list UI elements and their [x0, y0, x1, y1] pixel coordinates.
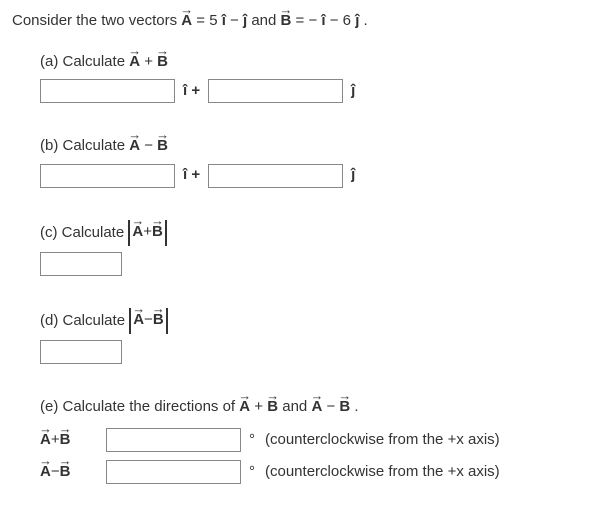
input-c[interactable] — [40, 252, 122, 276]
vector-A-b: →A — [129, 135, 140, 158]
vector-A-c: →A — [132, 221, 143, 244]
mag-bar-right-d — [166, 308, 168, 334]
part-e-row-plus: →A + →B ° (counterclockwise from the +x … — [40, 428, 597, 452]
part-e-row-minus: →A − →B ° (counterclockwise from the +x … — [40, 460, 597, 484]
stmt-A-eq: = 5 — [196, 12, 221, 29]
unit-i-between-b: î + — [183, 164, 200, 187]
unit-i-2: î — [321, 12, 325, 29]
vector-B-b: →B — [157, 135, 168, 158]
unit-i-between-a: î + — [183, 80, 200, 103]
part-e-label: (e) Calculate the directions of →A + →B … — [40, 396, 597, 419]
unit-j: ĵ — [243, 12, 247, 29]
part-b-label: (b) Calculate →A − →B — [40, 135, 597, 158]
stmt-prefix: Consider the two vectors — [12, 12, 181, 29]
input-a-i[interactable] — [40, 79, 175, 103]
vector-A-d: →A — [133, 309, 144, 332]
vector-B-erow1: →B — [60, 429, 71, 452]
input-b-i[interactable] — [40, 164, 175, 188]
part-d-label: (d) Calculate →A − →B — [40, 308, 597, 334]
input-a-j[interactable] — [208, 79, 343, 103]
vector-A-e1: →A — [239, 396, 250, 419]
unit-j-after-b: ĵ — [351, 164, 355, 187]
vector-B-e2: →B — [339, 396, 350, 419]
stmt-minus1: − — [230, 12, 243, 29]
mag-bar-left-d — [129, 308, 131, 334]
unit-j-2: ĵ — [355, 12, 359, 29]
part-c: (c) Calculate →A + →B — [40, 220, 597, 276]
vector-B-erow2: →B — [60, 461, 71, 484]
input-b-j[interactable] — [208, 164, 343, 188]
vector-B-c: →B — [152, 221, 163, 244]
part-d: (d) Calculate →A − →B — [40, 308, 597, 364]
deg-symbol-2: ° — [249, 461, 255, 484]
unit-i: î — [222, 12, 226, 29]
stmt-minus2: − 6 — [330, 12, 355, 29]
input-e-plus[interactable] — [106, 428, 241, 452]
part-a-label: (a) Calculate →A + →B — [40, 51, 597, 74]
vector-A-e2: →A — [311, 396, 322, 419]
vector-B: →B — [281, 10, 292, 33]
unit-j-after-a: ĵ — [351, 80, 355, 103]
vector-B-d: →B — [153, 309, 164, 332]
input-d[interactable] — [40, 340, 122, 364]
mag-bar-left-c — [128, 220, 130, 246]
part-e: (e) Calculate the directions of →A + →B … — [40, 396, 597, 485]
ccw-text-1: (counterclockwise from the +x axis) — [265, 429, 500, 452]
part-c-label: (c) Calculate →A + →B — [40, 220, 597, 246]
vector-A: →A — [181, 10, 192, 33]
vector-B-a: →B — [157, 51, 168, 74]
vector-A-a: →A — [129, 51, 140, 74]
mag-bar-right-c — [165, 220, 167, 246]
input-e-minus[interactable] — [106, 460, 241, 484]
stmt-and: and — [251, 12, 280, 29]
part-b: (b) Calculate →A − →B î + ĵ — [40, 135, 597, 188]
deg-symbol-1: ° — [249, 429, 255, 452]
vector-B-e1: →B — [267, 396, 278, 419]
stmt-B-eq: = − — [296, 12, 322, 29]
vector-A-erow2: →A — [40, 461, 51, 484]
problem-statement: Consider the two vectors →A = 5 î − ĵ an… — [12, 10, 597, 33]
part-a: (a) Calculate →A + →B î + ĵ — [40, 51, 597, 104]
ccw-text-2: (counterclockwise from the +x axis) — [265, 461, 500, 484]
stmt-period: . — [364, 12, 368, 29]
vector-A-erow1: →A — [40, 429, 51, 452]
